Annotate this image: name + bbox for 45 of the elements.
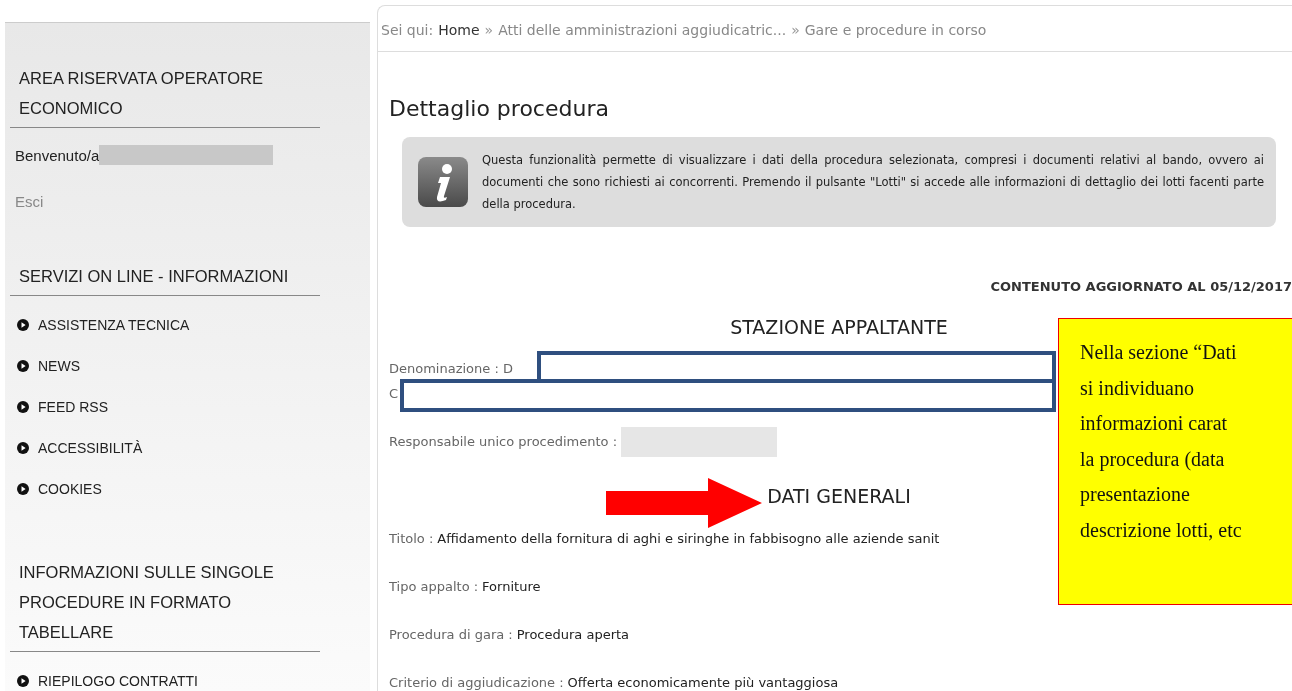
section-heading: STAZIONE APPALTANTE — [730, 316, 948, 338]
sidebar-heading: AREA RISERVATA OPERATORE ECONOMICO — [10, 63, 320, 128]
callout-line: presentazione — [1080, 482, 1191, 508]
info-text: Questa funzionalità permette di visualizzare i dati della procedura selezionata, compresi i documenti relativi al bando, ovvero ai documenti che sono richiesti ai concorrenti. Premendo il pulsante "Lotti" si accede alle informazioni di dettaglio dei lotti facenti parte della procedura. — [482, 152, 1264, 213]
field-label: Titolo : — [389, 530, 434, 548]
field-value: Offerta economicamente più vantaggiosa — [567, 674, 839, 691]
sidebar-link[interactable]: ASSISTENZA TECNICA — [38, 316, 190, 333]
sidebar-heading: INFORMAZIONI SULLE SINGOLE PROCEDURE IN FORMATO TABELLARE — [10, 557, 320, 652]
play-bullet-icon — [17, 482, 29, 495]
breadcrumb-separator: » — [484, 22, 494, 38]
field-value: Forniture — [482, 578, 541, 596]
play-bullet-icon — [17, 400, 29, 413]
breadcrumb-link[interactable]: Gare e procedure in corso — [804, 22, 987, 38]
field-value: Procedura aperta — [516, 626, 630, 644]
field-label: C — [389, 385, 399, 403]
sidebar-link[interactable]: NEWS — [38, 357, 80, 374]
play-bullet-icon — [17, 359, 29, 372]
callout-line: descrizione lotti, etc — [1080, 517, 1243, 543]
section-heading: DATI GENERALI — [767, 485, 911, 507]
breadcrumb-link[interactable]: Home — [438, 22, 480, 38]
callout-line: la procedura (data — [1080, 446, 1226, 473]
play-bullet-icon — [17, 441, 29, 454]
field-label: Responsabile unico procedimento : — [389, 433, 618, 451]
field-label: Criterio di aggiudicazione : — [389, 674, 564, 691]
sidebar-link[interactable]: FEED RSS — [38, 398, 108, 415]
field-label: Tipo appalto : — [389, 578, 479, 596]
sidebar-link[interactable]: ACCESSIBILITÀ — [38, 439, 143, 456]
sidebar-heading: SERVIZI ON LINE - INFORMAZIONI — [10, 261, 320, 296]
sidebar-link[interactable]: COOKIES — [38, 480, 102, 497]
info-icon — [418, 157, 468, 207]
sidebar-link[interactable]: RIEPILOGO CONTRATTI — [38, 672, 198, 689]
field-label: Denominazione : D — [389, 360, 513, 378]
field-value: Affidamento della fornitura di aghi e siringhe in fabbisogno alle aziende sanit — [437, 530, 940, 548]
play-bullet-icon — [17, 318, 29, 331]
callout-line: si individuano — [1080, 375, 1195, 401]
breadcrumb-separator: » — [791, 22, 800, 38]
play-bullet-icon — [17, 674, 29, 687]
callout-line: informazioni carat — [1080, 411, 1229, 436]
welcome-text: Benvenuto/a — [15, 146, 100, 164]
field-label: Procedura di gara : — [389, 626, 513, 644]
breadcrumb-label: Sei qui: — [381, 22, 434, 38]
update-date: CONTENUTO AGGIORNATO AL 05/12/2017 — [989, 279, 1292, 294]
callout-line: Nella sezione “Dati — [1080, 340, 1238, 365]
breadcrumb-link[interactable]: Atti delle amministrazioni aggiudicatric... — [498, 22, 787, 38]
page-title: Dettaglio procedura — [389, 96, 610, 121]
